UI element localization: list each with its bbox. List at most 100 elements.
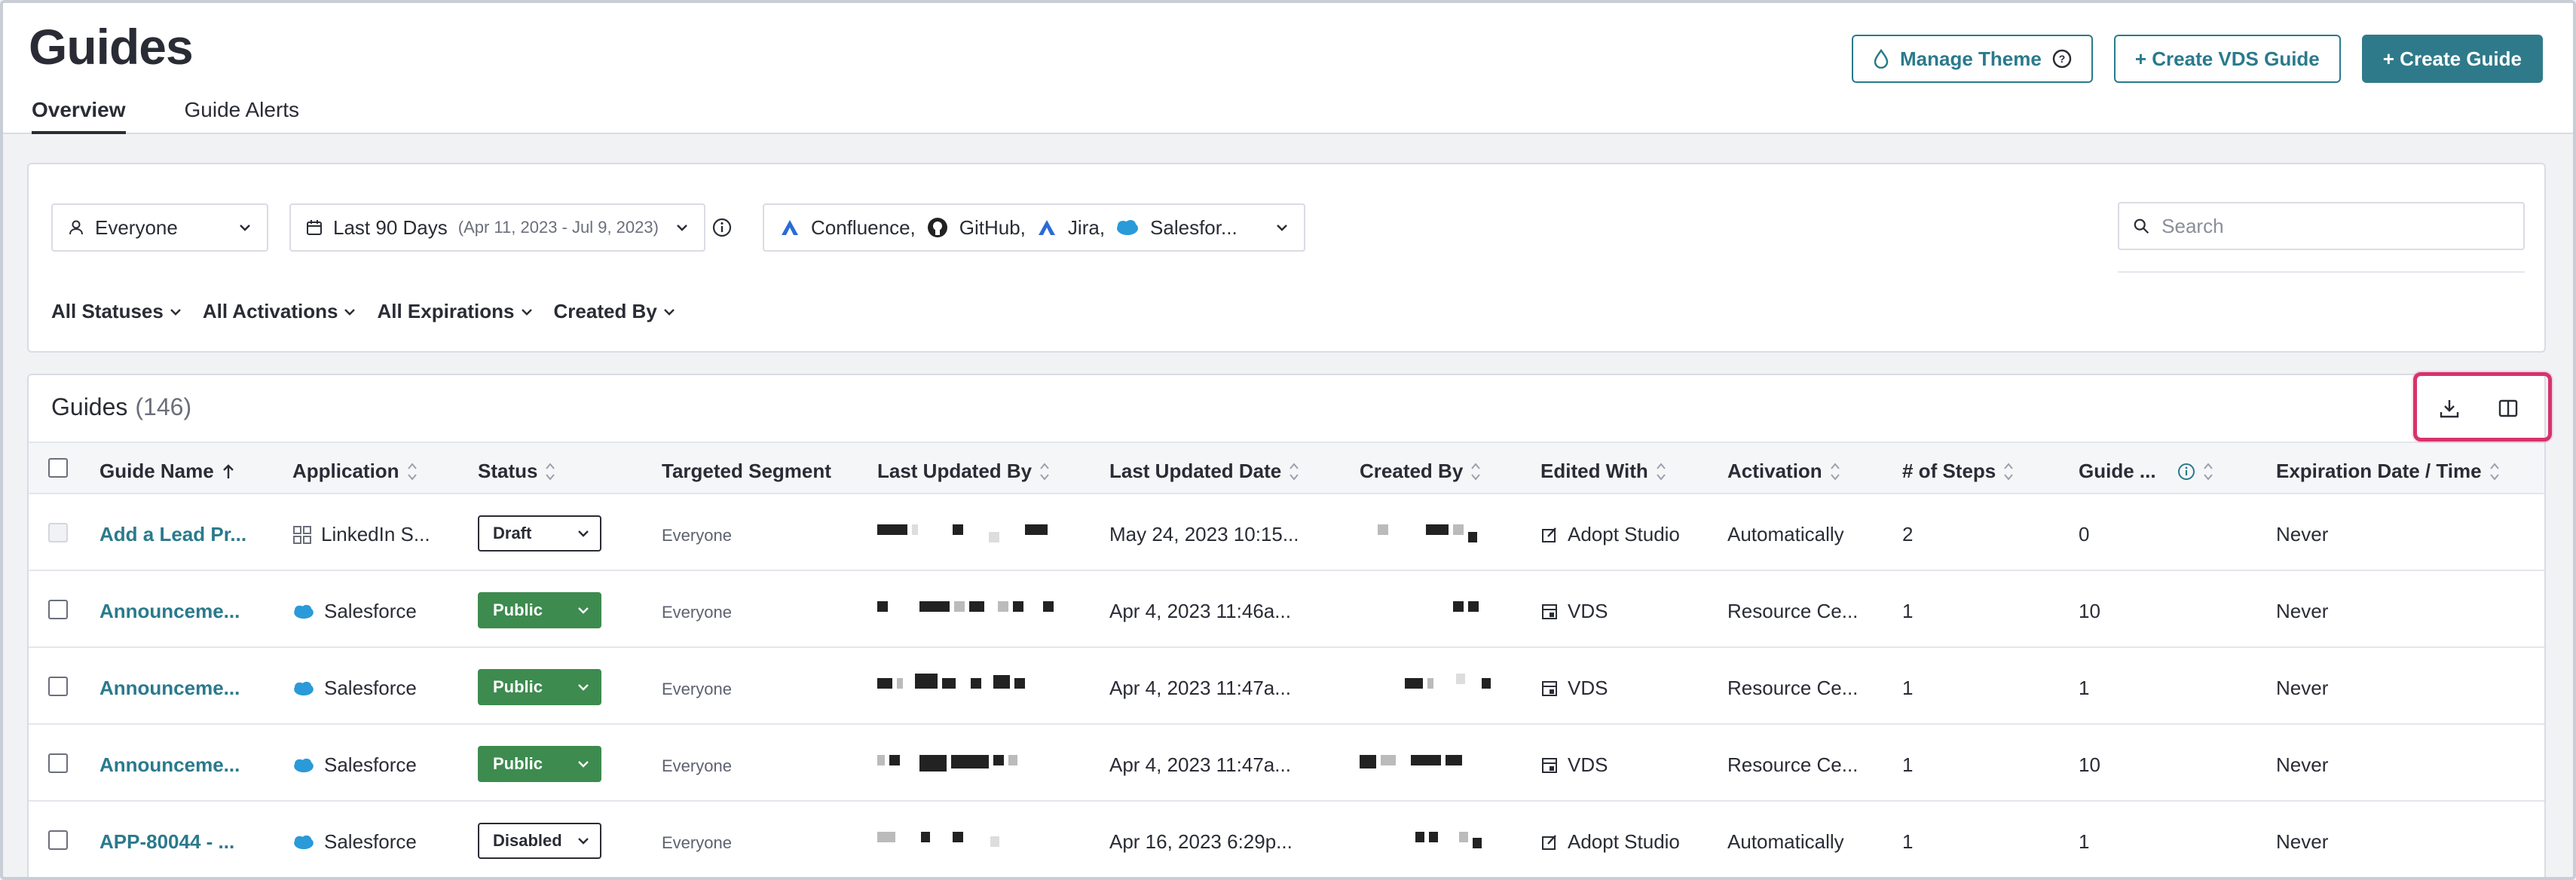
row-checkbox [48,523,68,542]
chevron-down-icon [677,225,687,231]
edited-with-label: VDS [1568,677,1608,699]
expiration-cell: Never [2276,677,2329,699]
guide-metric-cell: 10 [2079,753,2100,776]
table-title-text: Guides [51,393,128,420]
status-filter[interactable]: All Statuses [51,300,182,323]
date-range-select[interactable]: Last 90 Days (Apr 11, 2023 - Jul 9, 2023… [289,203,705,252]
segment-cell: Everyone [662,833,732,852]
application-cell: Salesforce [292,677,417,700]
table-row[interactable]: Announceme... Salesforce Public Everyone… [29,573,2544,648]
status-dropdown[interactable]: Public [478,746,601,782]
edited-with-label: Adopt Studio [1568,830,1680,853]
table-row[interactable]: Announceme... Salesforce Public Everyone… [29,649,2544,725]
edited-with-cell: VDS [1540,600,1608,623]
row-checkbox[interactable] [48,600,68,619]
confluence-icon [782,220,798,235]
activation-filter-label: All Activations [202,300,338,322]
status-label: Public [493,754,543,773]
redacted-user [877,601,1054,619]
salesforce-icon [1117,220,1139,235]
tab-overview[interactable]: Overview [32,98,126,134]
guide-name-link[interactable]: APP-80044 - ... [99,830,234,854]
created-by-filter-label: Created By [553,300,657,322]
updated-date-cell: Apr 4, 2023 11:47a... [1109,753,1291,776]
search-input[interactable] [2161,214,2510,238]
guide-name-link[interactable]: Announceme... [99,753,240,777]
updated-date-cell: Apr 16, 2023 6:29p... [1109,830,1293,853]
svg-text:?: ? [2059,53,2066,65]
download-button[interactable] [2430,393,2469,423]
grid-icon [293,525,311,544]
application-cell: Salesforce [292,753,417,777]
col-application[interactable]: Application [292,460,418,483]
activation-cell: Automatically [1727,830,1844,853]
arrow-up-icon [222,463,234,478]
guide-name-link[interactable]: Add a Lead Pr... [99,523,246,546]
guide-metric-cell: 1 [2079,677,2090,699]
info-icon[interactable] [711,217,733,238]
columns-button[interactable] [2489,393,2528,423]
col-guide-metric[interactable]: Guide ... [2079,460,2213,483]
guide-name-link[interactable]: Announceme... [99,600,240,623]
status-dropdown[interactable]: Disabled [478,823,601,859]
redacted-user [877,755,1017,773]
col-steps[interactable]: # of Steps [1902,460,2014,483]
table-row[interactable]: APP-80044 - ... Salesforce Disabled Ever… [29,803,2544,877]
updated-date-cell: May 24, 2023 10:15... [1109,523,1299,545]
row-checkbox[interactable] [48,753,68,773]
row-checkbox[interactable] [48,677,68,696]
col-status-label: Status [478,460,538,482]
redacted-user [1453,601,1479,619]
guide-metric-cell: 1 [2079,830,2090,853]
expiration-filter[interactable]: All Expirations [377,300,532,323]
sort-icon [1290,462,1299,481]
salesforce-icon [294,758,314,772]
guide-name-link[interactable]: Announceme... [99,677,240,700]
chevron-down-icon [170,308,181,316]
redacted-user [1415,832,1482,850]
select-all-checkbox[interactable] [48,458,68,478]
row-checkbox[interactable] [48,830,68,850]
segment-select[interactable]: Everyone [51,203,268,252]
col-application-label: Application [292,460,399,482]
application-label: Salesforce [324,753,417,776]
github-icon [927,218,947,237]
col-expiration-label: Expiration Date / Time [2276,460,2482,482]
tab-bar: Overview Guide Alerts [32,98,299,134]
application-label: Salesforce [324,677,417,699]
redacted-user [1360,755,1462,773]
status-dropdown[interactable]: Public [478,669,601,705]
manage-theme-button[interactable]: Manage Theme ? [1852,35,2093,83]
col-last-updated-by[interactable]: Last Updated By [877,460,1050,483]
edited-with-label: VDS [1568,753,1608,776]
col-expiration[interactable]: Expiration Date / Time [2276,460,2500,483]
create-guide-button[interactable]: + Create Guide [2361,35,2543,83]
col-edited-with[interactable]: Edited With [1540,460,1666,483]
col-activation[interactable]: Activation [1727,460,1840,483]
created-by-filter[interactable]: Created By [554,300,675,323]
status-dropdown[interactable]: Draft [478,515,601,552]
activation-filter[interactable]: All Activations [203,300,356,323]
col-status[interactable]: Status [478,460,555,483]
col-activation-label: Activation [1727,460,1822,482]
search-icon [2134,218,2149,234]
col-guide-name[interactable]: Guide Name [99,460,235,483]
columns-icon [2498,399,2518,417]
chevron-down-icon [578,684,589,691]
create-vds-guide-button[interactable]: + Create VDS Guide [2113,35,2341,83]
chevron-down-icon [344,308,356,316]
redacted-user [877,832,999,850]
tab-guide-alerts[interactable]: Guide Alerts [185,98,300,134]
col-last-updated-date[interactable]: Last Updated Date [1109,460,1299,483]
status-dropdown[interactable]: Public [478,592,601,628]
col-last-updated-date-label: Last Updated Date [1109,460,1282,482]
chevron-down-icon [1277,225,1287,231]
edited-with-cell: VDS [1540,753,1608,777]
application-select[interactable]: Confluence, GitHub, Jira, Salesfor... [763,203,1305,252]
table-row[interactable]: Announceme... Salesforce Public Everyone… [29,726,2544,802]
guide-metric-cell: 0 [2079,523,2090,545]
edit-icon [1542,527,1556,542]
col-created-by[interactable]: Created By [1360,460,1481,483]
table-row[interactable]: Add a Lead Pr... LinkedIn S... Draft Eve… [29,496,2544,571]
redacted-user [1378,524,1477,542]
